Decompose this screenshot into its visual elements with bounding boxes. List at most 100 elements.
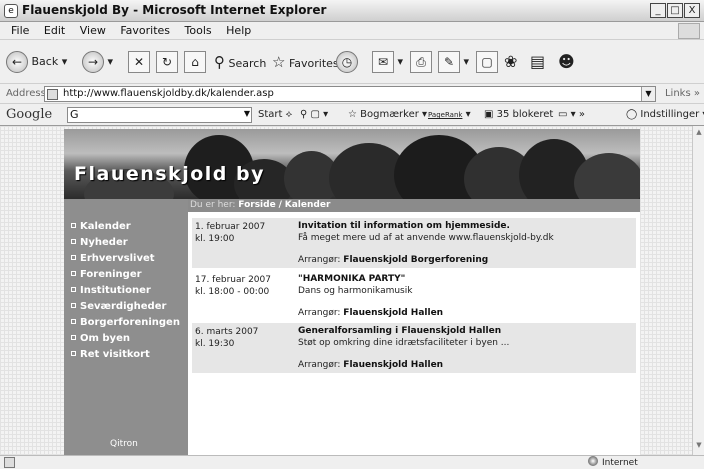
close-button[interactable]: X bbox=[684, 3, 700, 18]
scroll-down-icon[interactable]: ▼ bbox=[694, 441, 704, 453]
address-input[interactable]: http://www.flauenskjoldby.dk/kalender.as… bbox=[44, 86, 656, 102]
vertical-scrollbar[interactable]: ▲ ▼ bbox=[692, 126, 704, 455]
event-date: 1. februar 2007 bbox=[195, 222, 266, 232]
home-button[interactable]: ⌂ bbox=[184, 48, 206, 76]
breadcrumb: Du er her: Forside / Kalender bbox=[188, 199, 640, 212]
pagerank-indicator[interactable]: PageRank ▾ bbox=[428, 109, 471, 120]
address-bar: Address http://www.flauenskjoldby.dk/kal… bbox=[0, 84, 704, 104]
organizer-label: Arrangør: bbox=[298, 308, 341, 318]
sponsor-logo[interactable]: Qitron bbox=[110, 439, 138, 449]
menu-view[interactable]: View bbox=[80, 22, 106, 40]
discuss-button[interactable]: ▢ bbox=[476, 48, 498, 76]
nav-item-ret-visitkort[interactable]: Ret visitkort bbox=[71, 347, 180, 363]
favorites-button[interactable]: ☆ Favorites bbox=[272, 48, 339, 76]
event-title: "HARMONIKA PARTY" bbox=[298, 274, 406, 284]
chevron-down-icon[interactable]: ▼ bbox=[641, 87, 655, 101]
research-icon: ▤ bbox=[530, 52, 546, 71]
star-icon: ☆ bbox=[348, 109, 357, 120]
links-more: » bbox=[693, 88, 700, 99]
google-g-icon: G bbox=[70, 108, 79, 121]
nav-item-borgerforeningen[interactable]: Borgerforeningen bbox=[71, 315, 180, 331]
scroll-up-icon[interactable]: ▲ bbox=[694, 128, 704, 140]
nav-item-kalender[interactable]: Kalender bbox=[71, 219, 180, 235]
event-organizer: Arrangør: Flauenskjold Borgerforening bbox=[298, 255, 488, 265]
menu-favorites[interactable]: Favorites bbox=[120, 22, 170, 40]
options-icon: ▭ bbox=[558, 109, 568, 120]
history-icon: ◷ bbox=[336, 51, 358, 73]
calendar-list: 1. februar 2007 kl. 19:00 Invitation til … bbox=[188, 212, 640, 455]
mail-button[interactable]: ✉ ▾ bbox=[372, 48, 403, 76]
nav-item-svaerdigheder[interactable]: Seværdigheder bbox=[71, 299, 180, 315]
search-icon: ⚲ bbox=[214, 53, 225, 71]
nav-label: Borgerforeningen bbox=[80, 317, 180, 328]
menu-help[interactable]: Help bbox=[226, 22, 251, 40]
nav-item-institutioner[interactable]: Institutioner bbox=[71, 283, 180, 299]
calendar-event: 17. februar 2007 kl. 18:00 - 00:00 "HARMO… bbox=[192, 271, 636, 321]
ie-page-icon: e bbox=[4, 4, 18, 18]
nav-item-foreninger[interactable]: Foreninger bbox=[71, 267, 180, 283]
home-icon: ⌂ bbox=[184, 51, 206, 73]
refresh-button[interactable]: ↻ bbox=[156, 48, 178, 76]
maximize-button[interactable]: □ bbox=[667, 3, 683, 18]
breadcrumb-home-link[interactable]: Forside bbox=[238, 200, 275, 210]
nav-label: Institutioner bbox=[80, 285, 151, 296]
site-container: Flauenskjold by Du er her: Forside / Kal… bbox=[64, 126, 640, 455]
forward-arrow-icon: → bbox=[82, 51, 104, 73]
event-time: kl. 19:30 bbox=[195, 339, 235, 349]
windows-logo-icon bbox=[678, 23, 700, 39]
standard-toolbar: ← Back ▾ → ▾ ✕ ↻ ⌂ ⚲ Search ☆ Favorites … bbox=[0, 40, 704, 84]
bullet-icon bbox=[71, 319, 76, 324]
edit-button[interactable]: ✎ ▾ bbox=[438, 48, 469, 76]
bullet-icon bbox=[71, 271, 76, 276]
search-button[interactable]: ⚲ Search bbox=[214, 48, 266, 76]
history-button[interactable]: ◷ bbox=[336, 48, 358, 76]
google-options-button[interactable]: ▭ ▾ » bbox=[558, 109, 585, 120]
magnifier-icon: ⚲ bbox=[300, 109, 308, 120]
menu-tools[interactable]: Tools bbox=[185, 22, 212, 40]
menu-file[interactable]: File bbox=[11, 22, 29, 40]
nav-label: Ret visitkort bbox=[80, 349, 150, 360]
menu-edit[interactable]: Edit bbox=[44, 22, 65, 40]
page-icon bbox=[47, 89, 58, 100]
organizer-label: Arrangør: bbox=[298, 255, 341, 265]
google-search-site-button[interactable]: ⚲ ▢ ▾ bbox=[300, 109, 328, 120]
side-navigation: Kalender Nyheder Erhvervslivet Foreninge… bbox=[64, 199, 188, 455]
back-label: Back bbox=[31, 55, 59, 68]
people-button[interactable]: ☻ bbox=[558, 48, 575, 76]
google-start-button[interactable]: Start ⟡ bbox=[258, 109, 292, 120]
forward-button[interactable]: → ▾ bbox=[82, 48, 113, 76]
refresh-icon: ↻ bbox=[156, 51, 178, 73]
settings-button[interactable]: ◯ Indstillinger ▾ bbox=[626, 109, 704, 120]
stop-button[interactable]: ✕ bbox=[128, 48, 150, 76]
event-date: 17. februar 2007 bbox=[195, 275, 271, 285]
site-title: Flauenskjold by bbox=[74, 163, 265, 185]
nav-item-om-byen[interactable]: Om byen bbox=[71, 331, 180, 347]
breadcrumb-current: Kalender bbox=[284, 200, 331, 210]
nav-label: Seværdigheder bbox=[80, 301, 167, 312]
google-logo[interactable]: Google bbox=[6, 107, 52, 122]
back-button[interactable]: ← Back ▾ bbox=[6, 48, 67, 76]
bookmarks-button[interactable]: ☆ Bogmærker ▾ bbox=[348, 109, 427, 120]
event-title: Invitation til information om hjemmeside… bbox=[298, 221, 510, 231]
window-title: Flauenskjold By - Microsoft Internet Exp… bbox=[22, 3, 327, 17]
messenger-button[interactable]: ❀ bbox=[504, 48, 517, 76]
nav-label: Om byen bbox=[80, 333, 130, 344]
security-zone: Internet bbox=[588, 456, 638, 469]
popup-blocker-button[interactable]: ▣ 35 blokeret bbox=[484, 109, 553, 120]
more-label: » bbox=[578, 109, 585, 120]
print-button[interactable]: ⎙ bbox=[410, 48, 432, 76]
research-button[interactable]: ▤ bbox=[530, 48, 545, 76]
nav-label: Nyheder bbox=[80, 237, 128, 248]
minimize-button[interactable]: _ bbox=[650, 3, 666, 18]
event-description: Støt op omkring dine idrætsfaciliteter i… bbox=[298, 338, 510, 348]
chevron-down-icon[interactable]: ▼ bbox=[244, 109, 250, 118]
search-label: Search bbox=[228, 57, 267, 70]
links-button[interactable]: Links » bbox=[665, 88, 700, 99]
event-description: Få meget mere ud af at anvende www.flaue… bbox=[298, 233, 554, 243]
nav-item-nyheder[interactable]: Nyheder bbox=[71, 235, 180, 251]
event-time: kl. 19:00 bbox=[195, 234, 235, 244]
page-viewport: Flauenskjold by Du er her: Forside / Kal… bbox=[0, 126, 692, 455]
title-bar: e Flauenskjold By - Microsoft Internet E… bbox=[0, 0, 704, 22]
google-search-input[interactable]: G ▼ bbox=[67, 107, 252, 123]
nav-item-erhvervslivet[interactable]: Erhvervslivet bbox=[71, 251, 180, 267]
